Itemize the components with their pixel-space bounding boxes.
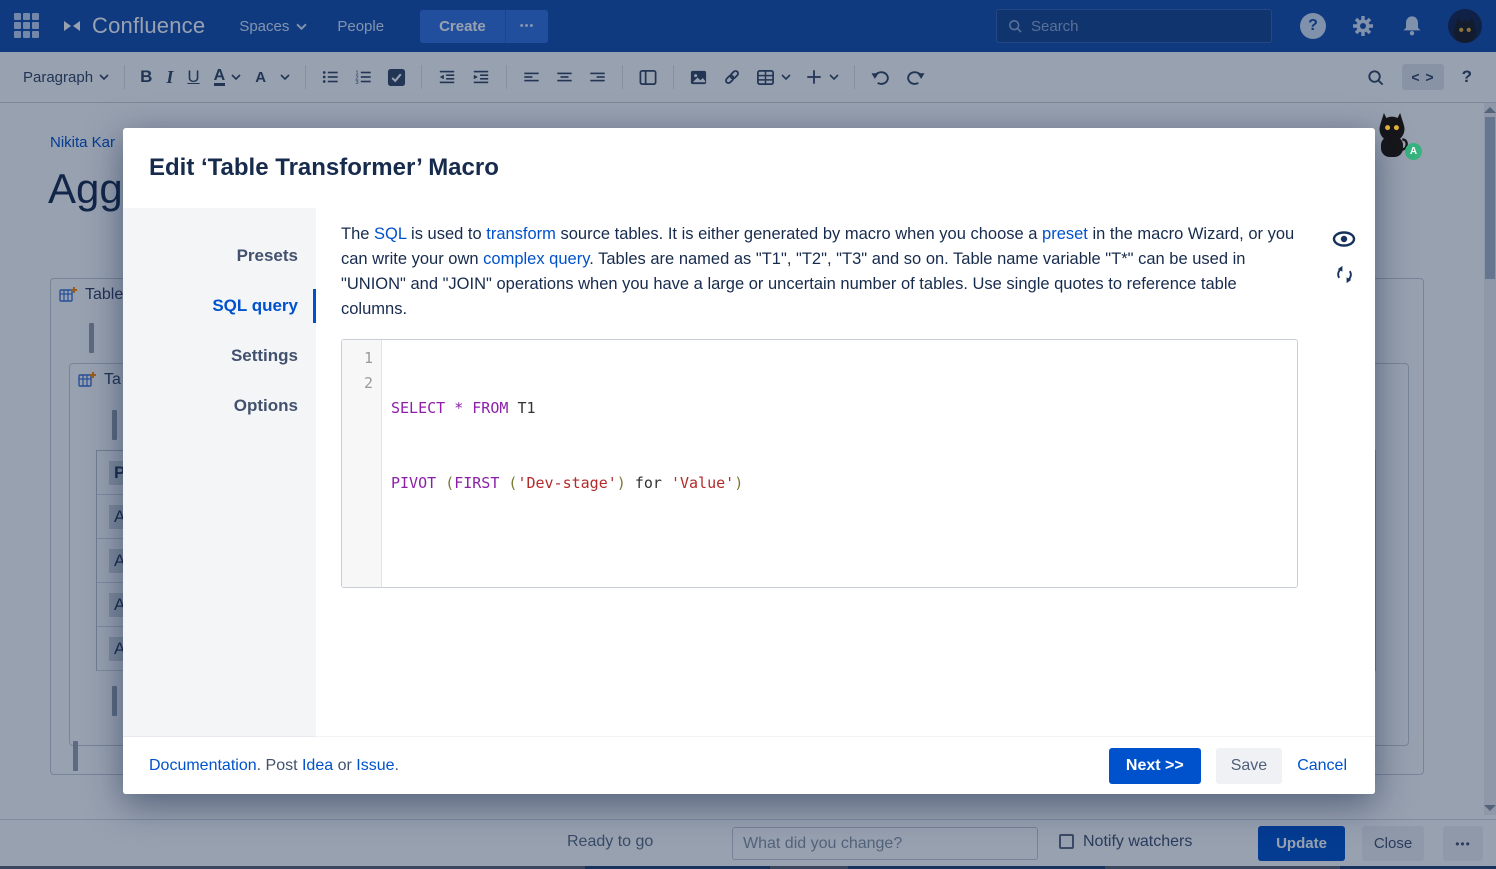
tab-options[interactable]: Options (123, 381, 316, 431)
preview-button[interactable] (1332, 231, 1356, 247)
sql-code-editor[interactable]: 1 2 SELECT * FROM T1 PIVOT (FIRST ('Dev-… (341, 339, 1298, 588)
code-line: SELECT * FROM T1 (391, 396, 1297, 421)
macro-edit-dialog: Edit ‘Table Transformer’ Macro Presets S… (123, 128, 1375, 794)
collaborator-avatar: A (1374, 110, 1418, 162)
dialog-footer: Documentation. Post Idea or Issue. Next … (123, 737, 1375, 794)
cancel-button[interactable]: Cancel (1297, 757, 1347, 775)
dialog-content: The SQL is used to transform source tabl… (316, 208, 1375, 737)
refresh-icon (1334, 264, 1355, 285)
presence-badge: A (1405, 143, 1422, 160)
line-number-gutter: 1 2 (342, 340, 382, 587)
dialog-sidebar: Presets SQL query Settings Options (123, 208, 316, 737)
next-button[interactable]: Next >> (1109, 748, 1201, 784)
footer-links: Documentation. Post Idea or Issue. (149, 757, 399, 775)
link-preset[interactable]: preset (1042, 225, 1088, 243)
sql-description: The SQL is used to transform source tabl… (341, 222, 1298, 322)
refresh-button[interactable] (1334, 264, 1355, 285)
save-button[interactable]: Save (1216, 748, 1282, 784)
tab-settings[interactable]: Settings (123, 331, 316, 381)
link-sql[interactable]: SQL (374, 225, 406, 243)
eye-icon (1332, 231, 1356, 247)
link-issue[interactable]: Issue (356, 757, 394, 774)
link-transform[interactable]: transform (486, 225, 556, 243)
dialog-title: Edit ‘Table Transformer’ Macro (123, 128, 1375, 182)
tab-presets[interactable]: Presets (123, 231, 316, 281)
link-idea[interactable]: Idea (302, 757, 333, 774)
dialog-side-actions (1326, 231, 1362, 285)
code-line: PIVOT (FIRST ('Dev-stage') for 'Value') (391, 471, 1297, 496)
sql-code-text[interactable]: SELECT * FROM T1 PIVOT (FIRST ('Dev-stag… (382, 340, 1297, 587)
link-documentation[interactable]: Documentation (149, 757, 257, 774)
link-complex-query[interactable]: complex query (483, 250, 589, 268)
tab-sql-query[interactable]: SQL query (123, 281, 316, 331)
